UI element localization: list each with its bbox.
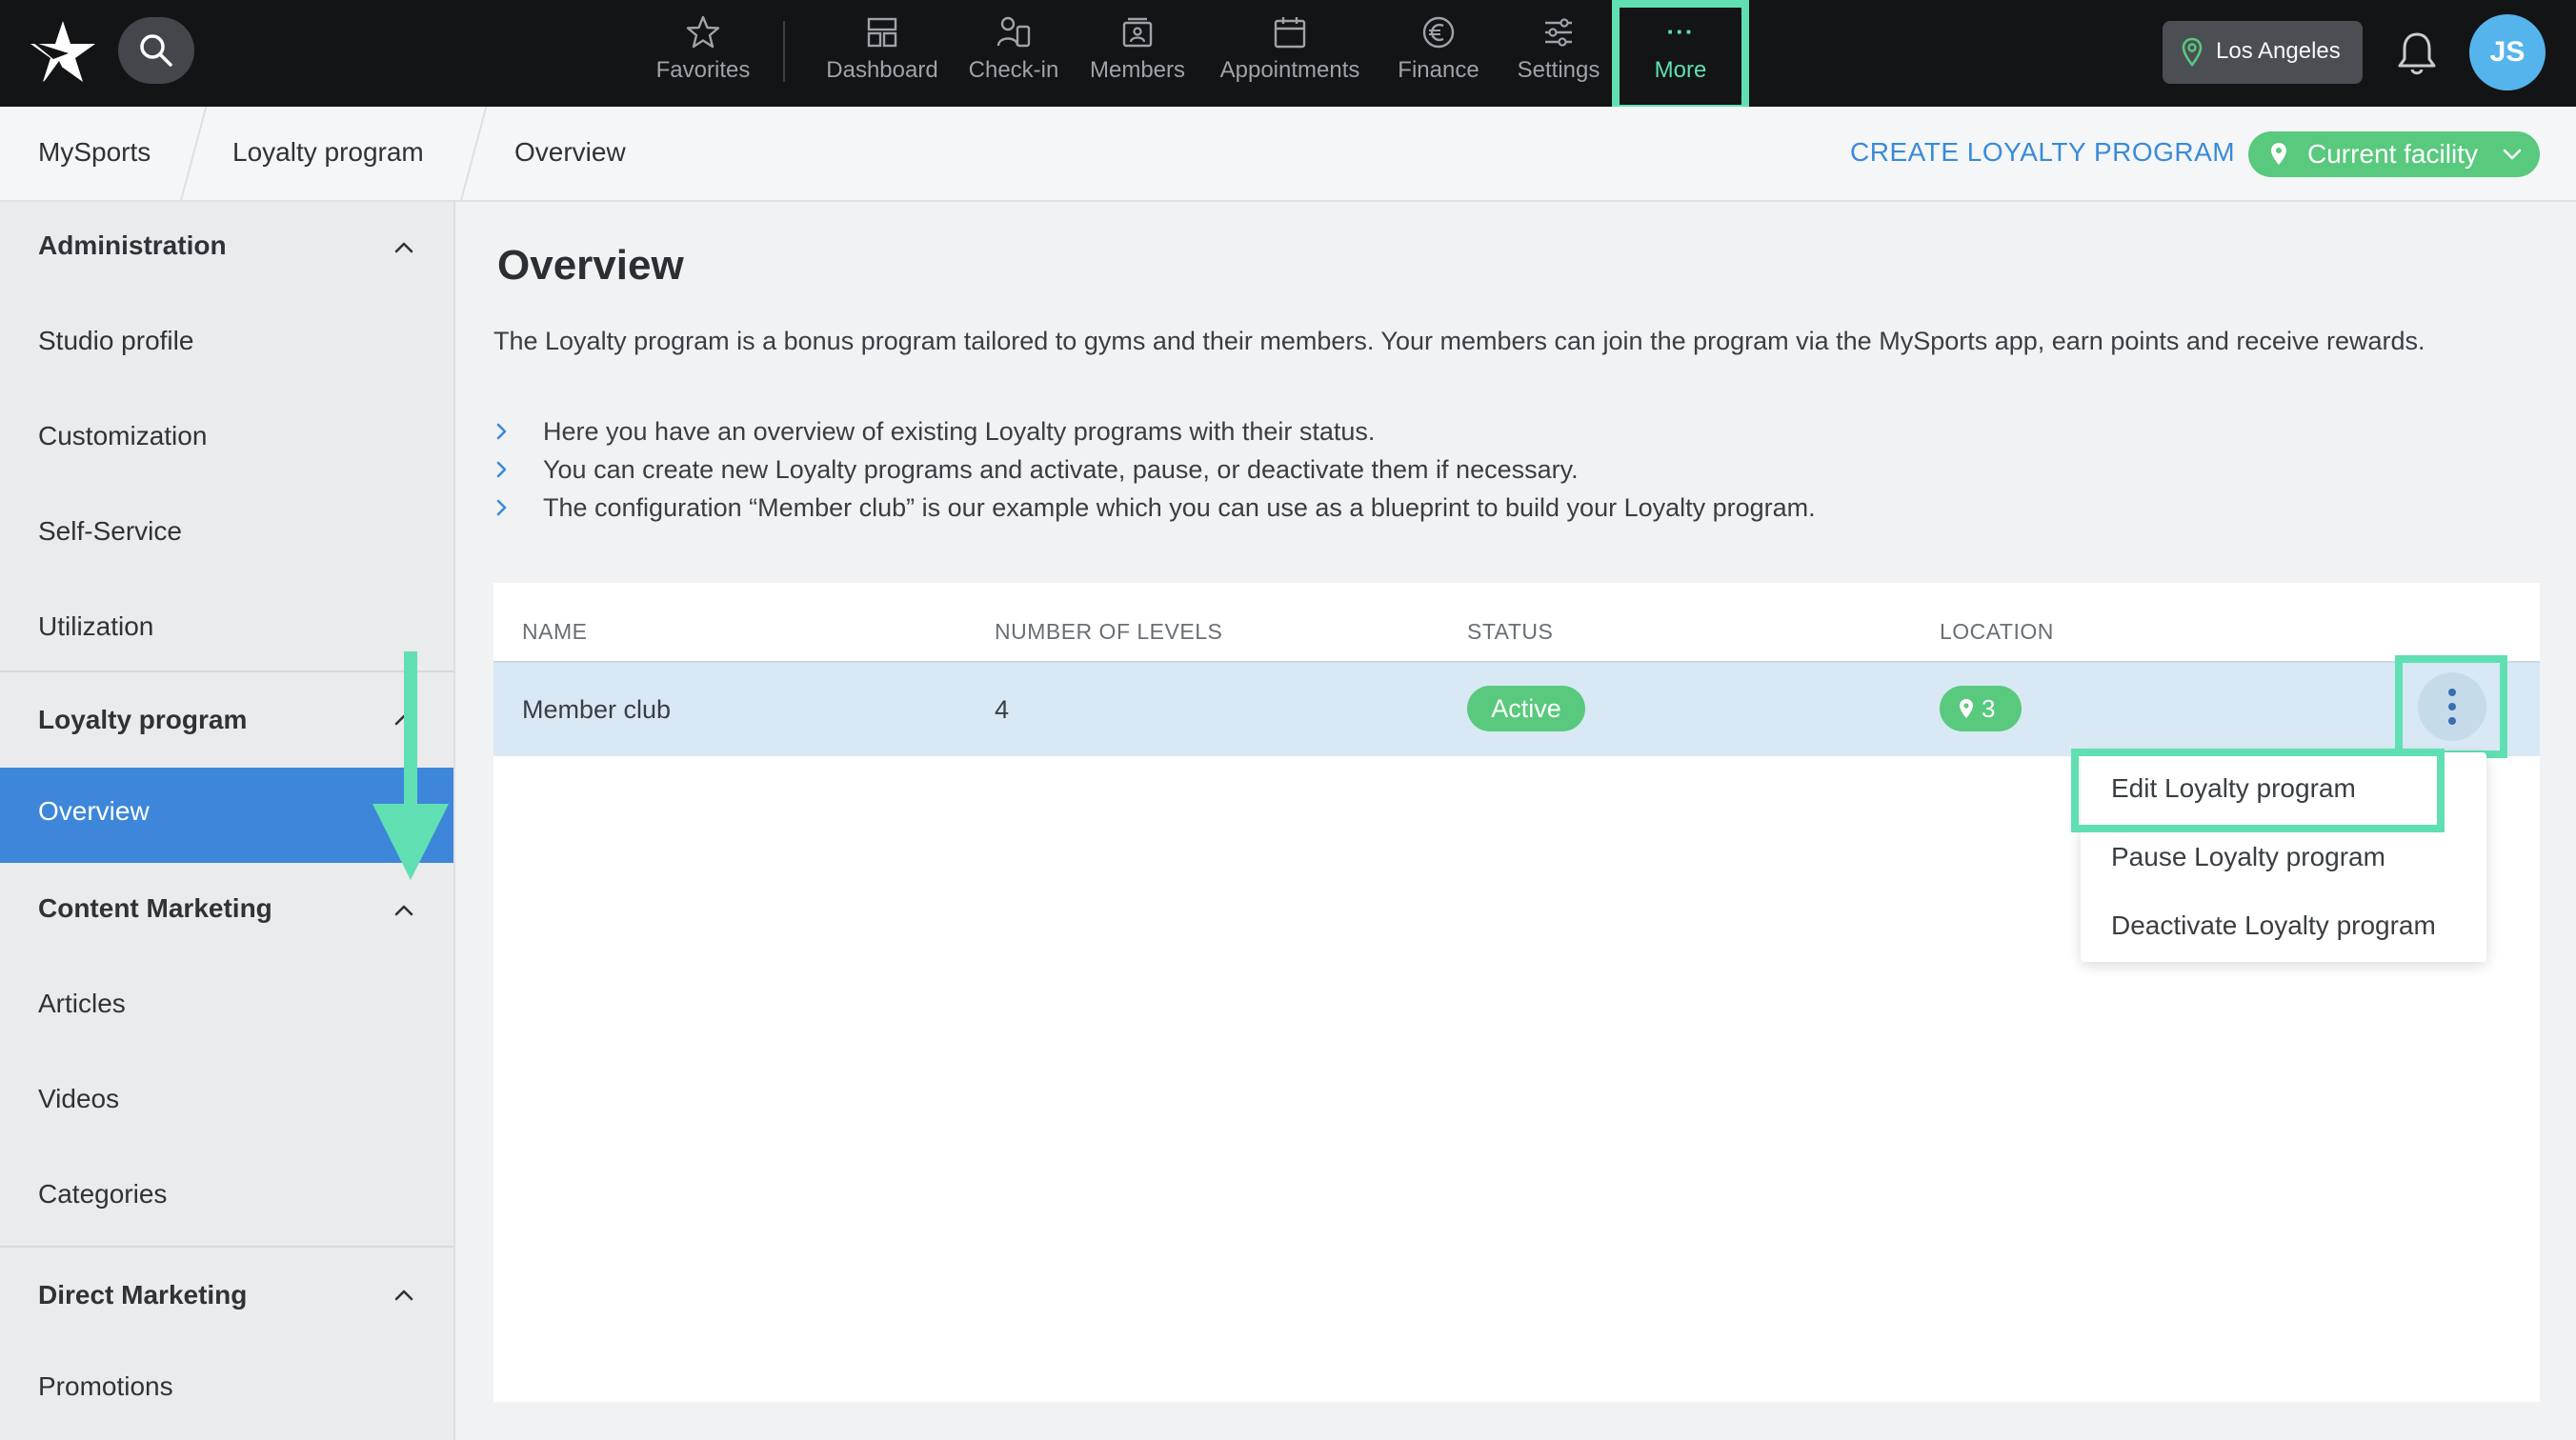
arrow-down-icon [372, 651, 449, 880]
breadcrumb-item-mysports[interactable]: MySports [38, 137, 151, 168]
map-pin-icon [2182, 37, 2203, 68]
table-row[interactable]: Member club 4 Active 3 [493, 655, 2540, 758]
column-header-status[interactable]: STATUS [1467, 619, 1553, 645]
sidebar-item-studio-profile[interactable]: Studio profile [0, 297, 453, 392]
members-icon [1122, 17, 1153, 48]
calendar-icon [1274, 17, 1306, 49]
row-actions-highlight [2395, 655, 2507, 758]
sidebar: Administration Studio profile Customizat… [0, 202, 455, 1440]
star-logo-icon[interactable] [25, 15, 101, 91]
breadcrumb-separator [179, 107, 208, 202]
menu-item-pause-loyalty-program[interactable]: Pause Loyalty program [2111, 842, 2385, 872]
chevron-up-icon [394, 905, 413, 916]
breadcrumb: MySports Loyalty program Overview CREATE… [0, 107, 2576, 202]
column-header-location[interactable]: LOCATION [1940, 619, 2054, 645]
menu-item-edit-loyalty-program[interactable]: Edit Loyalty program [2111, 773, 2356, 804]
search-icon [140, 34, 172, 67]
sidebar-item-categories[interactable]: Categories [0, 1150, 453, 1246]
sidebar-group-direct-marketing[interactable]: Direct Marketing [0, 1246, 453, 1341]
sidebar-item-customization[interactable]: Customization [0, 392, 453, 488]
search-button[interactable] [118, 17, 194, 84]
cell-name: Member club [522, 695, 672, 724]
euro-icon [1422, 16, 1455, 49]
row-actions-menu: Edit Loyalty program Pause Loyalty progr… [2071, 749, 2486, 962]
breadcrumb-item-loyalty-program[interactable]: Loyalty program [232, 137, 424, 168]
chevron-right-icon [496, 461, 507, 478]
sidebar-item-articles[interactable]: Articles [0, 960, 453, 1055]
check-in-icon [996, 16, 1031, 48]
sidebar-group-administration[interactable]: Administration [0, 202, 453, 297]
top-navigation-bar: Favorites Dashboard Check-in Members App… [0, 0, 2576, 112]
column-header-levels[interactable]: NUMBER OF LEVELS [995, 619, 1222, 645]
sidebar-item-videos[interactable]: Videos [0, 1055, 453, 1150]
create-loyalty-program-button[interactable]: CREATE LOYALTY PROGRAM [1850, 137, 2235, 168]
map-pin-icon [2271, 143, 2286, 165]
chevron-down-icon [2503, 149, 2522, 160]
nav-members[interactable]: Members [1084, 0, 1191, 107]
sliders-icon [1545, 18, 1572, 47]
map-pin-icon [1960, 699, 1973, 718]
page-title: Overview [497, 242, 684, 289]
nav-finance[interactable]: Finance [1387, 0, 1490, 107]
user-avatar[interactable]: JS [2469, 14, 2546, 90]
column-header-name[interactable]: NAME [522, 619, 587, 645]
nav-check-in[interactable]: Check-in [958, 0, 1069, 107]
nav-favorites[interactable]: Favorites [644, 0, 762, 107]
nav-appointments[interactable]: Appointments [1208, 0, 1372, 107]
location-selector[interactable]: Los Angeles [2163, 21, 2363, 84]
menu-item-deactivate-loyalty-program[interactable]: Deactivate Loyalty program [2111, 910, 2436, 941]
intro-text: The Loyalty program is a bonus program t… [493, 327, 2425, 355]
cell-levels: 4 [995, 695, 1010, 724]
sidebar-item-promotions[interactable]: Promotions [0, 1343, 453, 1438]
nav-more[interactable]: ··· More [1612, 0, 1749, 112]
chevron-up-icon [394, 242, 413, 253]
kebab-menu-icon [2448, 689, 2456, 725]
chevron-right-icon [496, 499, 507, 516]
nav-dashboard[interactable]: Dashboard [821, 0, 943, 107]
dashboard-icon [867, 17, 897, 48]
sidebar-item-self-service[interactable]: Self-Service [0, 488, 453, 583]
nav-settings[interactable]: Settings [1505, 0, 1612, 107]
chevron-up-icon [394, 1290, 413, 1301]
bell-icon[interactable] [2393, 29, 2441, 78]
chevron-right-icon [496, 423, 507, 440]
dots-icon: ··· [1666, 17, 1695, 46]
row-actions-button[interactable] [2418, 672, 2486, 741]
breadcrumb-separator [459, 107, 488, 202]
breadcrumb-item-overview: Overview [514, 137, 626, 167]
status-badge: Active [1467, 686, 1585, 731]
star-icon [686, 15, 720, 49]
location-count-badge[interactable]: 3 [1940, 686, 2022, 731]
loyalty-programs-table: NAME NUMBER OF LEVELS STATUS LOCATION Me… [493, 583, 2540, 1402]
current-facility-dropdown[interactable]: Current facility [2248, 131, 2540, 177]
nav-divider [783, 21, 785, 82]
